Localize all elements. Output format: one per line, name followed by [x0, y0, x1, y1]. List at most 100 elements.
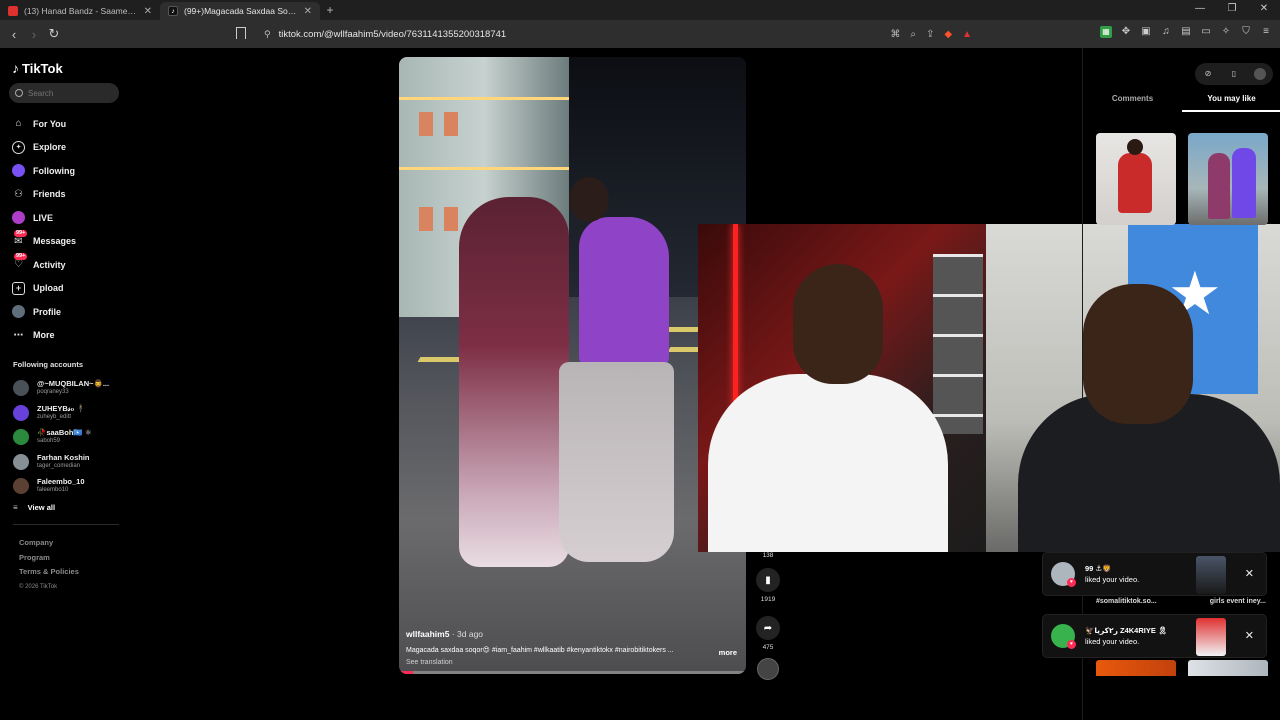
rewards-icon[interactable]: ▲ [962, 29, 972, 40]
footer-link-program[interactable]: Program [19, 553, 79, 564]
top-right-controls: ⊘ ▯ [1195, 63, 1273, 85]
list-icon: ≡ [13, 503, 18, 512]
avatar [13, 380, 29, 397]
video-author[interactable]: wllfaahim5 · 3d ago [406, 629, 741, 639]
messages-icon: ✉ [14, 235, 23, 247]
translate-icon[interactable]: ⌘ [890, 29, 900, 40]
tiktok-logo-icon: ♪ [12, 60, 19, 76]
sound-avatar[interactable] [757, 658, 779, 680]
tab-comments[interactable]: Comments [1083, 92, 1182, 112]
nav-upload[interactable]: + Upload [12, 277, 76, 301]
search-box[interactable] [9, 83, 119, 103]
account-username: poqraney33 [37, 389, 69, 396]
heart-icon: ♥ [1067, 578, 1076, 587]
friends-icon: ⚇ [14, 188, 23, 200]
site-info-icon[interactable]: ⚲ [264, 29, 271, 40]
forward-icon[interactable]: › [24, 27, 44, 42]
nav-more[interactable]: ⋯ More [12, 324, 76, 348]
person-white-shirt [708, 374, 948, 552]
footer-link-terms[interactable]: Terms & Policies [19, 567, 79, 578]
browser-tab-tiktok[interactable]: ♪ (99+)Magacada Saxdaa Soqor | ✕ [160, 2, 320, 20]
reload-icon[interactable]: ↻ [44, 26, 64, 42]
nav-messages[interactable]: ✉ 99+ Messages [12, 229, 76, 254]
search-input[interactable] [28, 88, 108, 98]
close-icon[interactable]: ✕ [144, 6, 152, 17]
extension-icons: ▦ ✥ ▣ ♫ ▤ ▭ ✧ ⛉ ≡ [1100, 26, 1272, 38]
account-item[interactable]: @~MUQBILAN~🧔‍♂️... poqraney33 [13, 376, 109, 401]
minimize-button[interactable]: — [1184, 0, 1216, 20]
nav-friends[interactable]: ⚇ Friends [12, 183, 76, 207]
zoom-icon[interactable]: ⌕ [910, 29, 916, 40]
heart-icon: ♥ [1067, 640, 1076, 649]
close-window-button[interactable]: ✕ [1248, 0, 1280, 20]
more-button[interactable]: more [719, 648, 737, 657]
suggested-video-thumb[interactable] [1096, 660, 1176, 676]
nav-explore[interactable]: ✦ Explore [12, 136, 76, 160]
activity-badge: 99+ [14, 253, 28, 260]
avatar [13, 429, 29, 446]
see-translation-link[interactable]: See translation [406, 659, 741, 666]
device-icon[interactable]: ▯ [1228, 68, 1240, 80]
tiktok-logo[interactable]: ♪ TikTok [12, 60, 63, 76]
leo-ai-icon[interactable]: ✧ [1220, 26, 1232, 38]
account-item[interactable]: ZUHEYB𝓈ℴ 🕴 zuheyb_editt [13, 401, 109, 426]
nav-profile[interactable]: Profile [12, 300, 76, 324]
suggested-video-thumb[interactable] [1096, 133, 1176, 225]
screenshot-icon[interactable]: ▣ [1140, 26, 1152, 38]
suggested-label[interactable]: #somalitiktok.so... [1096, 598, 1157, 605]
account-item[interactable]: Farhan Koshin tager_comedian [13, 450, 109, 475]
nav-live[interactable]: LIVE [12, 206, 76, 230]
share-button[interactable]: ➦ [756, 616, 780, 640]
maximize-button[interactable]: ❐ [1216, 0, 1248, 20]
account-display-name: Farhan Koshin [37, 452, 90, 462]
save-count: 1919 [760, 596, 776, 603]
video-player[interactable]: wllfaahim5 · 3d ago Magacada saxdaa soqo… [399, 57, 746, 674]
suggested-label[interactable]: girls event iney... [1210, 598, 1266, 605]
nav-for-you[interactable]: ⌂ For You [12, 112, 76, 136]
notification-user: 99 ⚓🦁 [1085, 564, 1112, 573]
video-progress-bar[interactable] [399, 671, 746, 674]
puzzle-icon[interactable]: ✥ [1120, 26, 1132, 38]
share-icon[interactable]: ⇪ [926, 29, 934, 40]
coin-icon[interactable]: ⊘ [1202, 68, 1214, 80]
suggested-video-thumb[interactable] [1188, 660, 1268, 676]
tiktok-icon: ♪ [168, 6, 178, 16]
account-username: zuheyb_editt [37, 413, 72, 420]
close-icon[interactable]: ✕ [304, 6, 312, 17]
notification-toast[interactable]: ♥ 🦅ر٢كريا Z4K4RIYE 🎗 liked your video. ✕ [1042, 614, 1267, 658]
footer-link-company[interactable]: Company [19, 538, 79, 549]
browser-tab-youtube[interactable]: (13) Hanad Bandz - Saameyn (Officia ✕ [0, 2, 160, 20]
account-item[interactable]: Faleembo_10 faleembo10 [13, 474, 109, 499]
sidebar-footer: Company Program Terms & Policies © 2026 … [19, 538, 79, 592]
bookmark-icon[interactable] [236, 27, 246, 39]
url-actions: ⌘ ⌕ ⇪ ◆ ▲ [890, 23, 972, 45]
avatar [13, 453, 29, 470]
extension-icon[interactable]: ▦ [1100, 26, 1112, 38]
wallet-icon[interactable]: ▭ [1200, 26, 1212, 38]
suggested-video-thumb[interactable] [1188, 133, 1268, 225]
author-username[interactable]: wllfaahim5 [406, 629, 449, 639]
sidebar-icon[interactable]: ▤ [1180, 26, 1192, 38]
close-icon[interactable]: ✕ [1245, 629, 1254, 642]
tab-you-may-like[interactable]: You may like [1182, 92, 1280, 112]
activity-icon: ♡ [14, 259, 23, 271]
close-icon[interactable]: ✕ [1245, 567, 1254, 580]
video-progress-fill [399, 671, 413, 674]
view-all-button[interactable]: ≡ View all [13, 503, 55, 512]
vpn-icon[interactable]: ⛉ [1240, 26, 1252, 38]
upload-icon: + [12, 281, 25, 295]
nav-following[interactable]: Following [12, 159, 76, 183]
menu-icon[interactable]: ≡ [1260, 26, 1272, 38]
back-icon[interactable]: ‹ [4, 27, 24, 42]
notification-action: liked your video. [1085, 637, 1140, 646]
brave-shield-icon[interactable]: ◆ [944, 29, 952, 40]
account-item[interactable]: 🥀saaBoh🇸🇴 ⚛ saboh59 [13, 425, 109, 450]
avatar[interactable] [1254, 68, 1266, 80]
new-tab-button[interactable]: + [320, 3, 340, 17]
music-icon[interactable]: ♫ [1160, 26, 1172, 38]
nav-label: For You [33, 118, 67, 129]
nav-activity[interactable]: ♡ 99+ Activity [12, 253, 76, 277]
url-field[interactable]: ⚲ tiktok.com/@wllfaahim5/video/763114135… [256, 23, 978, 45]
bookmark-button[interactable]: ▮ [756, 568, 780, 592]
notification-toast[interactable]: ♥ 99 ⚓🦁 liked your video. ✕ [1042, 552, 1267, 596]
